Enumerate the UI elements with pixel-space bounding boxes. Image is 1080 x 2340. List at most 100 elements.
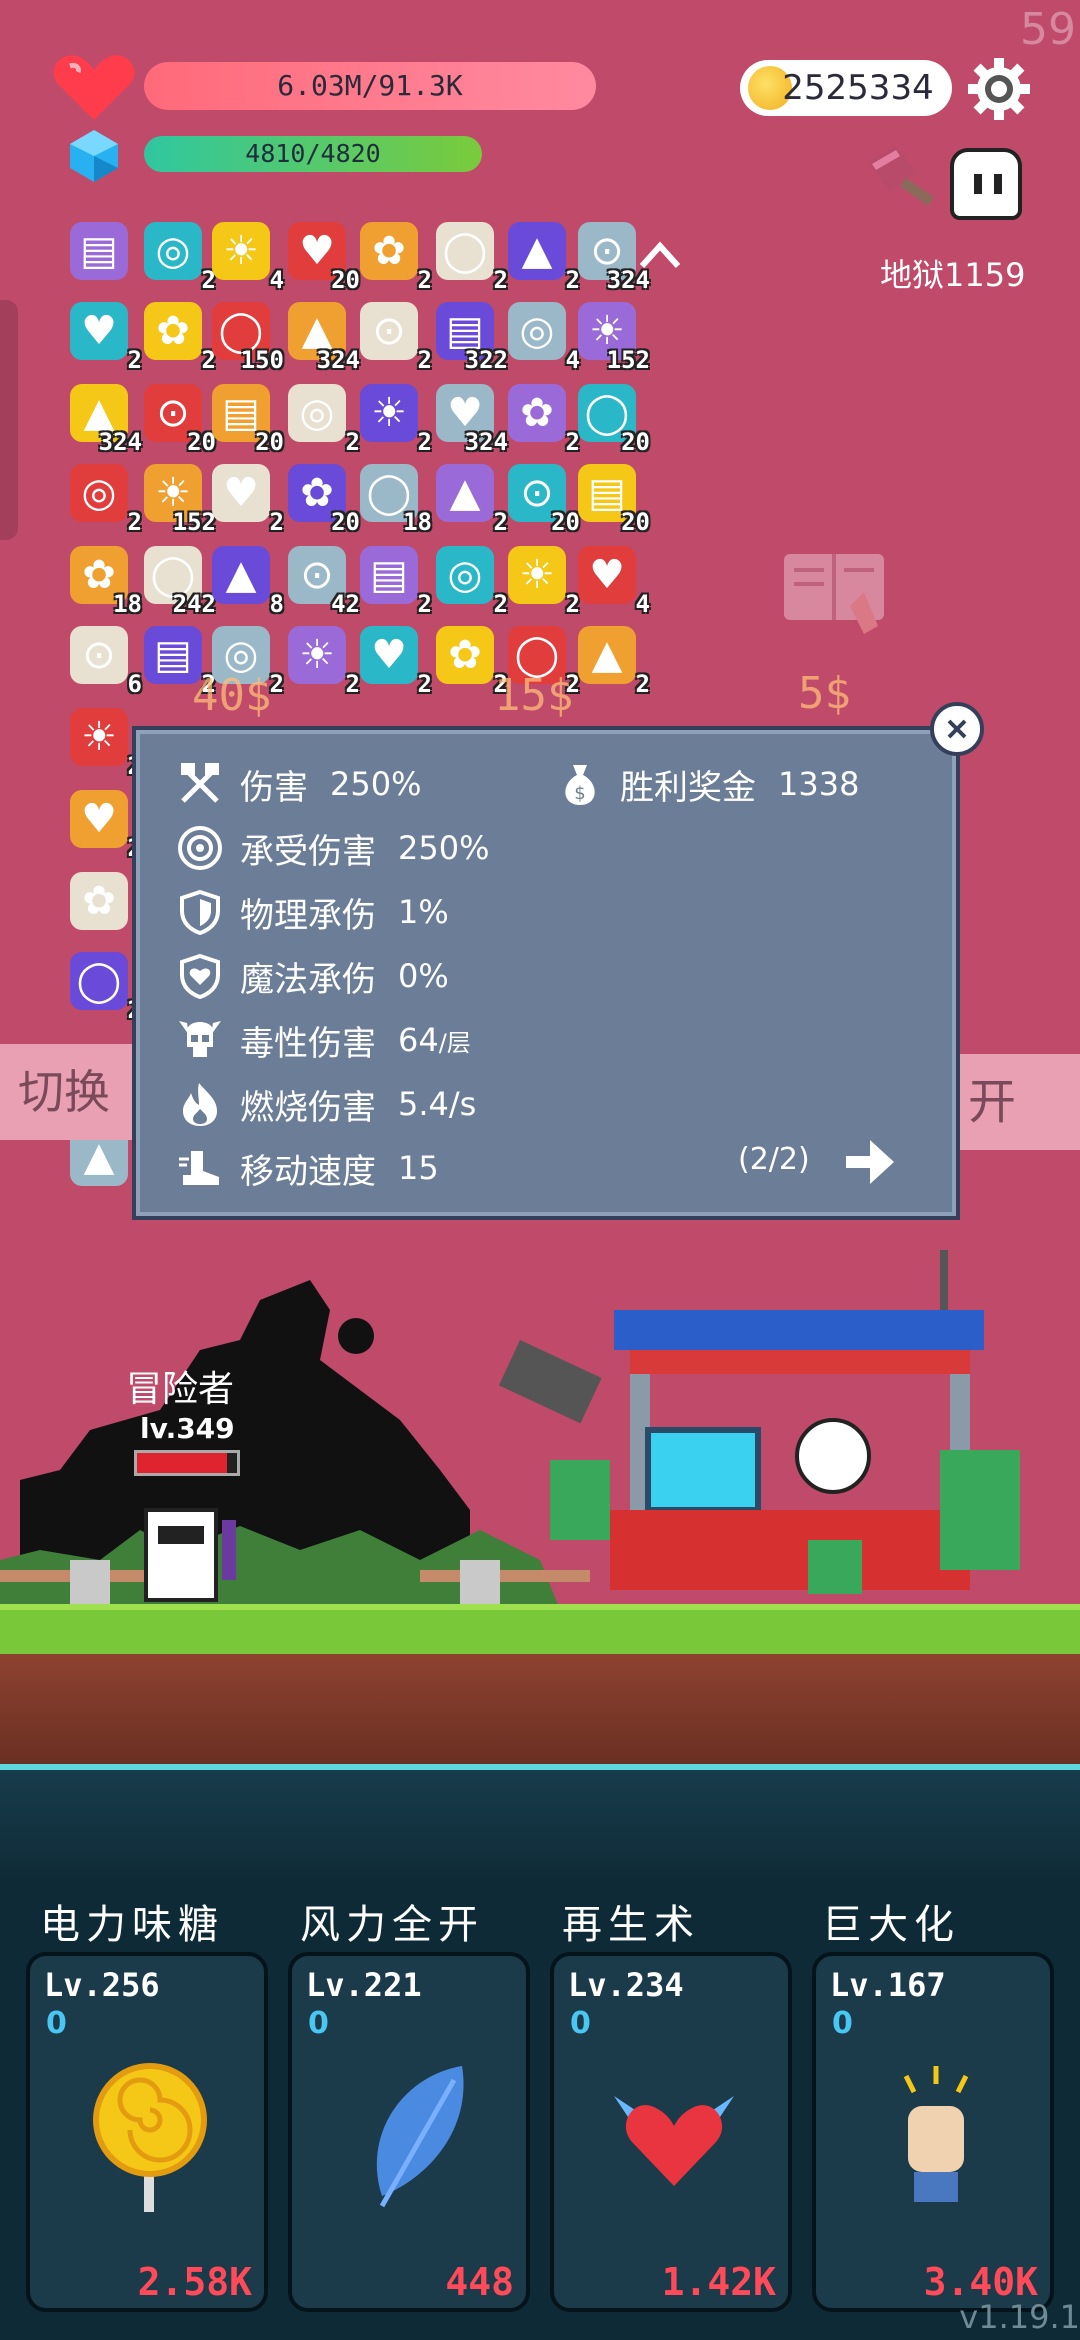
open-button[interactable]: 开 (960, 1054, 1080, 1150)
item-icon: ▤ (70, 222, 128, 280)
heart-icon (53, 55, 135, 120)
stat-victory-bonus: $ 胜利奖金 1338 (554, 758, 859, 810)
inventory-item[interactable]: ☀ 4 (208, 222, 284, 294)
item-icon: ▲ (578, 626, 636, 684)
switch-button[interactable]: 切换 (0, 1044, 140, 1140)
item-icon: ♥ (212, 464, 270, 522)
item-icon: ◯ (70, 952, 128, 1010)
inventory-item[interactable]: ▲ 324 (66, 384, 142, 456)
inventory-item[interactable]: ✿ 2 (140, 302, 216, 374)
money-bag-icon: $ (554, 758, 606, 810)
shield-icon (174, 886, 226, 938)
item-icon: ♥ (70, 302, 128, 360)
inventory-item[interactable]: ☀2 (356, 384, 432, 456)
inventory-item[interactable]: ▲ 8 (208, 546, 284, 618)
side-drawer-handle[interactable] (0, 300, 18, 540)
inventory-item[interactable]: ☀2 (504, 546, 580, 618)
item-count: 324 (316, 346, 360, 374)
inventory-item[interactable]: ▲ 2 (574, 626, 650, 698)
inventory-item[interactable]: ⊙ 20 (140, 384, 216, 456)
inventory-item[interactable]: ✿ 2 (504, 384, 580, 456)
skill-title: 再生术 (562, 1902, 700, 1948)
ghost-boss-icon[interactable] (950, 148, 1022, 220)
mana-gem-icon (70, 130, 118, 182)
inventory-item[interactable]: ◯2 (66, 952, 142, 1024)
coin-counter[interactable]: 2525334 (740, 60, 952, 116)
inventory-item[interactable]: ▤ 322 (432, 302, 508, 374)
inventory-item[interactable]: ▤ 2 (356, 546, 432, 618)
skill-points: 0 (570, 2006, 591, 2041)
inventory-item[interactable]: ⊙ 20 (504, 464, 580, 536)
skill-level: Lv.167 (830, 1966, 946, 2004)
inventory-item[interactable]: ✿ (66, 872, 138, 944)
stat-value: 250% (330, 765, 422, 803)
skill-card-winged-heart[interactable]: Lv.234 0 1.42K (550, 1952, 792, 2312)
item-count: 324 (464, 428, 508, 456)
item-icon: ☀ (360, 384, 418, 442)
skill-level: Lv.221 (306, 1966, 422, 2004)
inventory-item[interactable]: ◯ 20 (574, 384, 650, 456)
inventory-item[interactable]: ☀ 152 (574, 302, 650, 374)
item-count: 2 (269, 508, 284, 536)
inventory-item[interactable]: ▲ 2 (432, 464, 508, 536)
inventory-item[interactable]: ✿ 20 (284, 464, 360, 536)
inventory-item[interactable]: ♥ 20 (284, 222, 360, 294)
inventory-item[interactable]: ◎ 2 (66, 464, 142, 536)
settings-gear-icon[interactable] (968, 58, 1030, 120)
inventory-item[interactable]: ♥2 (66, 790, 142, 862)
item-icon: ▲ (212, 546, 270, 604)
inventory-item[interactable]: ◯ 150 (208, 302, 284, 374)
guide-book-icon[interactable] (780, 546, 890, 638)
stage-level-label: 地狱1159 (880, 256, 1026, 294)
inventory-item[interactable]: ♥ 324 (432, 384, 508, 456)
cleaver-icon[interactable] (862, 142, 942, 208)
merchant-cart[interactable] (498, 1250, 1020, 1594)
skill-card-feather[interactable]: Lv.221 0 448 (288, 1952, 530, 2312)
water-strip (0, 1764, 1080, 1884)
skill-level: Lv.234 (568, 1966, 684, 2004)
inventory-item[interactable]: ▤ 20 (208, 384, 284, 456)
inventory-item[interactable]: ☀2 (284, 626, 360, 698)
stat-magic-taken: 魔法承伤 0% (174, 950, 449, 1002)
collapse-chevron-up-icon[interactable] (636, 236, 684, 272)
inventory-item[interactable]: ◎ 2 (432, 546, 508, 618)
inventory-item[interactable]: ◎ 2 (140, 222, 216, 294)
inventory-item[interactable]: ▤ (66, 222, 138, 294)
inventory-item[interactable]: ▲ 324 (284, 302, 360, 374)
inventory-item[interactable]: ☀2 (66, 708, 142, 780)
inventory-item[interactable]: ♥2 (208, 464, 284, 536)
raised-fist-icon (903, 2066, 969, 2202)
inventory-item[interactable]: ⊙ 6 (66, 626, 142, 698)
item-icon: ◎ (70, 464, 128, 522)
stat-value: 1% (398, 893, 449, 931)
item-icon: ⊙ (360, 302, 418, 360)
skill-card-lollipop[interactable]: Lv.256 0 2.58K (26, 1952, 268, 2312)
inventory-item[interactable]: ⊙ 2 (356, 302, 432, 374)
item-count: 322 (464, 346, 508, 374)
inventory-item[interactable]: ◯ 18 (356, 464, 432, 536)
inventory-item[interactable]: ▲ 2 (504, 222, 580, 294)
inventory-item[interactable]: ◎ 4 (504, 302, 580, 374)
stat-label: 胜利奖金 (620, 767, 756, 808)
inventory-item[interactable]: ◎ 2 (284, 384, 360, 456)
skill-level: Lv.256 (44, 1966, 160, 2004)
inventory-item[interactable]: ♥2 (356, 626, 432, 698)
next-page-arrow-icon[interactable] (842, 1134, 898, 1190)
inventory-item[interactable]: ▤ 20 (574, 464, 650, 536)
inventory-item[interactable]: ◯2 (432, 222, 508, 294)
inventory-item[interactable]: ⊙ 42 (284, 546, 360, 618)
close-icon (947, 719, 967, 739)
target-icon (174, 822, 226, 874)
item-count: 4 (635, 590, 650, 618)
close-popup-button[interactable] (930, 702, 984, 756)
skill-card-fist[interactable]: Lv.167 0 3.40K (812, 1952, 1054, 2312)
stat-label: 毒性伤害 (240, 1023, 376, 1064)
item-icon: ⊙ (70, 626, 128, 684)
inventory-item[interactable]: ✿ 2 (356, 222, 432, 294)
inventory-item[interactable]: ♥ 4 (574, 546, 650, 618)
inventory-item[interactable]: ◯ 242 (140, 546, 216, 618)
inventory-item[interactable]: ☀ 152 (140, 464, 216, 536)
inventory-item[interactable]: ✿ 18 (66, 546, 142, 618)
inventory-item[interactable]: ♥2 (66, 302, 142, 374)
mana-bar: 4810/4820 (144, 136, 482, 172)
